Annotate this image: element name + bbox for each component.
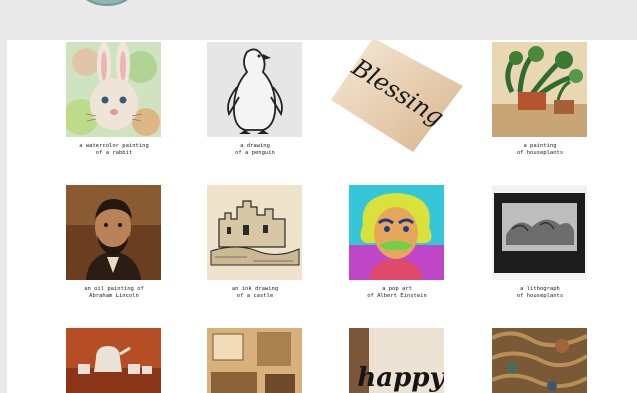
penguin-drawing-image[interactable] <box>207 42 302 137</box>
top-bar <box>0 0 637 40</box>
lincoln-oil-image[interactable] <box>66 185 161 280</box>
castle-ink-image[interactable] <box>207 185 302 280</box>
einstein-popart-image[interactable] <box>349 185 444 280</box>
caption-houseplants-painting: a painting of houseplants <box>516 143 564 156</box>
rabbit-watercolor-image[interactable] <box>66 42 161 137</box>
caption-castle: an ink drawing of a castle <box>231 286 279 299</box>
image-gallery: a watercolor painting of a rabbit a draw… <box>7 40 637 393</box>
avatar[interactable] <box>70 0 144 6</box>
houseplants-painting-image[interactable] <box>492 42 587 137</box>
caption-penguin: a drawing of a penguin <box>235 143 275 156</box>
caption-lincoln: an oil painting of Abraham Lincoln <box>84 286 144 299</box>
tapestry-texture-image[interactable] <box>492 328 587 393</box>
caption-houseplants-lithograph: a lithograph of houseplants <box>516 286 564 299</box>
happy-text: happy <box>357 363 444 393</box>
caption-einstein: a pop art of Albert Einstein <box>367 286 427 299</box>
room-interior-image[interactable] <box>207 328 302 393</box>
blessing-calligraphy-image[interactable]: Blessing <box>327 40 467 156</box>
happy-calligraphy-image[interactable]: happy <box>349 328 444 393</box>
houseplants-lithograph-image[interactable] <box>492 185 587 280</box>
caption-rabbit: a watercolor painting of a rabbit <box>79 143 149 156</box>
teapots-painting-image[interactable] <box>66 328 161 393</box>
